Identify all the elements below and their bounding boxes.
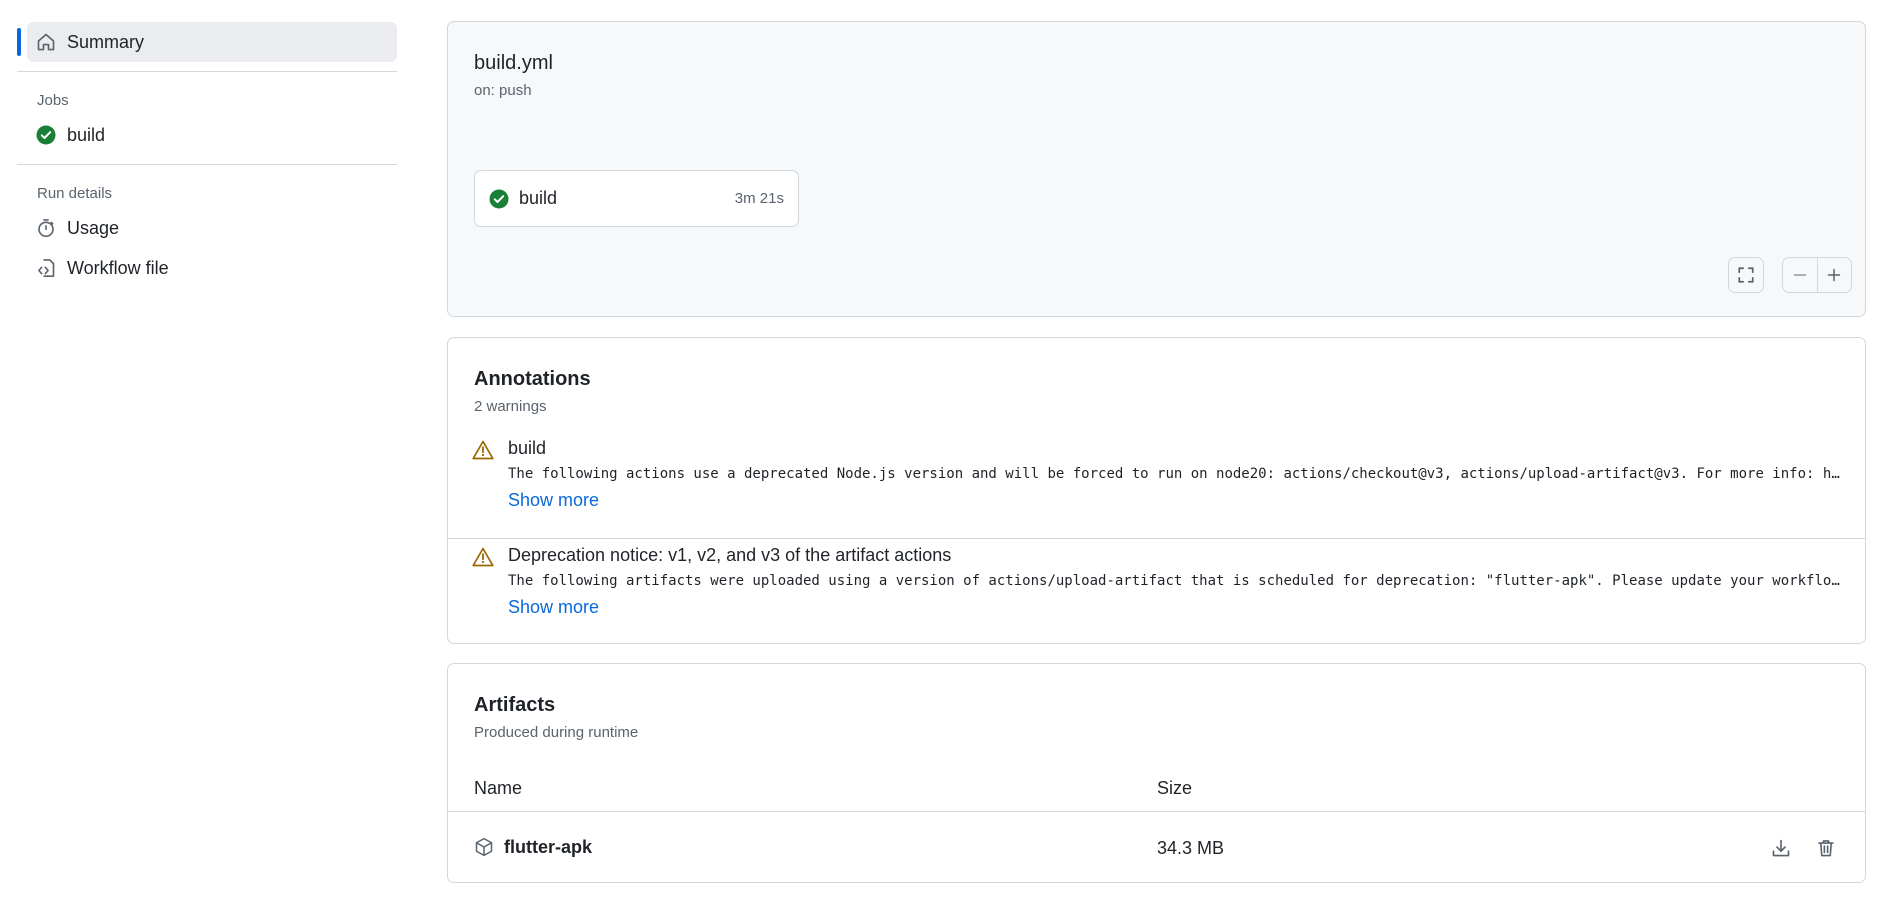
divider: [17, 164, 397, 165]
sidebar: Summary Jobs build Run details Usage Wor…: [17, 22, 397, 288]
home-icon: [35, 31, 57, 53]
annotation-title: build: [508, 438, 547, 458]
column-header-size: Size: [1157, 778, 1193, 798]
fullscreen-icon: [1737, 266, 1755, 284]
sidebar-item-label: build: [67, 124, 106, 145]
artifact-name-link[interactable]: flutter-apk: [504, 837, 592, 858]
artifacts-table-header: Name Size: [448, 768, 1865, 812]
annotations-count: 2 warnings: [474, 398, 547, 415]
divider: [17, 71, 397, 72]
sidebar-item-label: Usage: [67, 217, 120, 238]
download-button[interactable]: [1768, 835, 1794, 861]
alert-icon: [472, 547, 494, 572]
artifacts-card: Artifacts Produced during runtime Name S…: [447, 663, 1866, 883]
job-name: build: [519, 188, 558, 208]
artifacts-subtitle: Produced during runtime: [474, 724, 639, 741]
annotation-message: The following actions use a deprecated N…: [508, 466, 1848, 482]
minus-icon: [1792, 267, 1808, 283]
annotations-title: Annotations: [474, 368, 591, 390]
show-more-link[interactable]: Show more: [508, 597, 599, 618]
workflow-graph-card: build.yml on: push build 3m 21s: [447, 21, 1866, 317]
alert-icon: [472, 440, 494, 465]
annotation-message: The following artifacts were uploaded us…: [508, 573, 1848, 589]
job-node-build[interactable]: build 3m 21s: [474, 170, 799, 227]
fullscreen-button[interactable]: [1728, 257, 1764, 293]
sidebar-item-workflow-file[interactable]: Workflow file: [17, 248, 397, 288]
workflow-title: build.yml: [474, 52, 553, 74]
annotation-title: Deprecation notice: v1, v2, and v3 of th…: [508, 545, 952, 565]
stopwatch-icon: [35, 217, 57, 239]
workflow-trigger: on: push: [474, 82, 532, 99]
trash-icon: [1816, 838, 1836, 858]
annotation-item: build The following actions use a deprec…: [448, 428, 1865, 534]
column-header-name: Name: [474, 778, 523, 798]
sidebar-item-summary[interactable]: Summary: [17, 22, 397, 62]
zoom-in-button[interactable]: [1816, 258, 1851, 292]
check-circle-icon: [489, 189, 509, 209]
sidebar-item-build[interactable]: build: [17, 115, 397, 155]
download-icon: [1771, 838, 1791, 858]
file-code-icon: [35, 257, 57, 279]
artifact-size: 34.3 MB: [1157, 838, 1225, 858]
annotations-card: Annotations 2 warnings build The followi…: [447, 337, 1866, 644]
annotation-item: Deprecation notice: v1, v2, and v3 of th…: [448, 535, 1865, 641]
sidebar-item-label: Summary: [67, 31, 145, 52]
package-icon: [474, 837, 494, 862]
sidebar-item-usage[interactable]: Usage: [17, 208, 397, 248]
plus-icon: [1826, 267, 1842, 283]
sidebar-item-label: Workflow file: [67, 257, 169, 278]
show-more-link[interactable]: Show more: [508, 490, 599, 511]
table-row: flutter-apk 34.3 MB: [448, 813, 1865, 883]
zoom-controls: [1782, 257, 1852, 293]
artifacts-title: Artifacts: [474, 694, 556, 716]
run-details-heading: Run details: [37, 185, 113, 202]
zoom-out-button[interactable]: [1783, 258, 1817, 292]
selected-indicator: [17, 28, 21, 56]
delete-button[interactable]: [1813, 835, 1839, 861]
check-circle-icon: [35, 124, 57, 146]
jobs-heading: Jobs: [37, 92, 69, 109]
job-duration: 3m 21s: [734, 190, 784, 207]
